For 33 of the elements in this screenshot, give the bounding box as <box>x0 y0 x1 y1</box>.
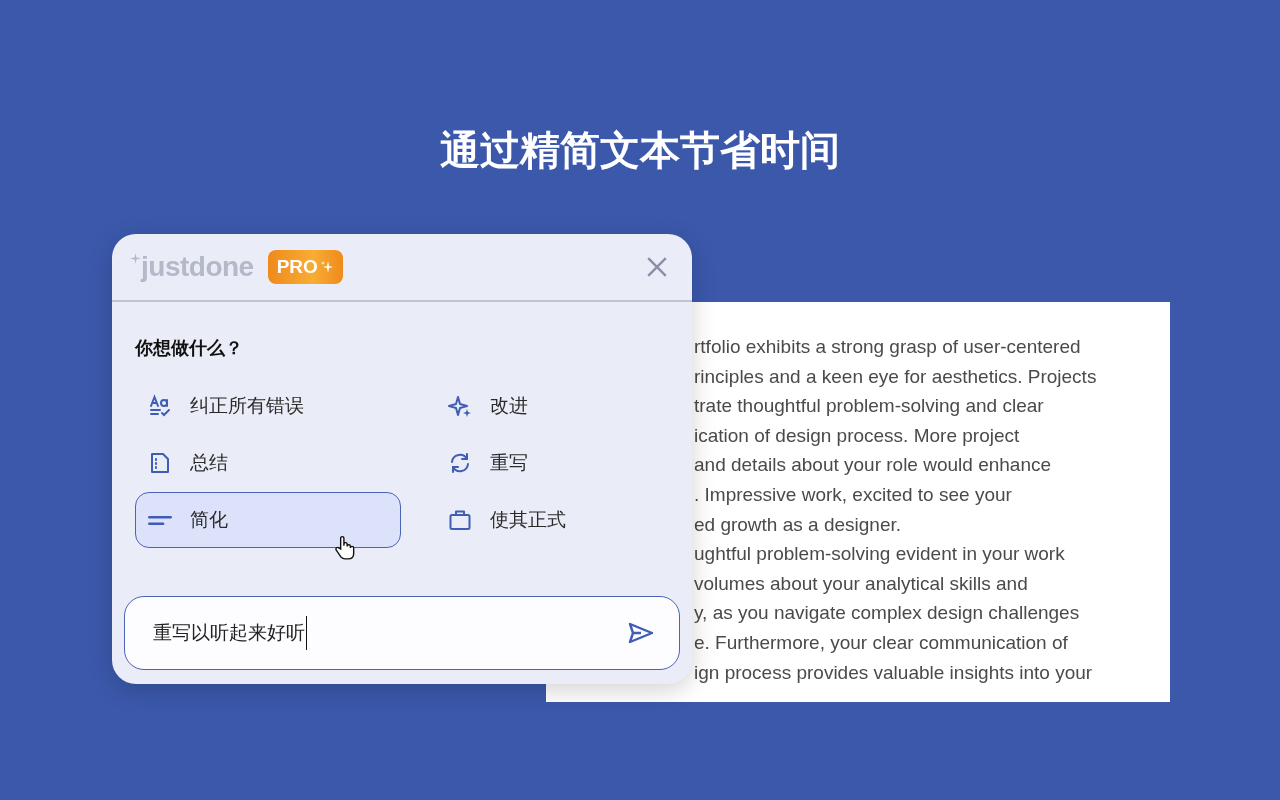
refresh-icon <box>448 451 472 475</box>
pro-badge: PRO <box>267 250 343 284</box>
action-option[interactable]: 纠正所有错误 <box>135 378 401 434</box>
lines-icon <box>148 515 172 525</box>
document-text-line: volumes about your analytical skills and <box>694 571 1028 596</box>
document-icon <box>148 451 172 475</box>
headline: 通过精简文本节省时间 <box>439 127 841 174</box>
document-text-line: rinciples and a keen eye for aesthetics. Projects <box>694 364 1097 389</box>
document-text-line: e. Furthermore, your clear communication of <box>694 630 1068 655</box>
action-option[interactable]: 总结 <box>135 435 401 491</box>
input-field[interactable]: 重写以听起来好听 <box>124 596 680 670</box>
action-option[interactable]: 使其正式 <box>435 492 675 548</box>
sparkle-icon <box>130 253 141 264</box>
document-text-line: trate thoughtful problem-solving and clear <box>694 394 1044 419</box>
send-button[interactable] <box>627 621 655 645</box>
action-option[interactable]: 重写 <box>435 435 675 491</box>
document-text-line: y, as you navigate complex design challenges <box>694 601 1080 626</box>
document-text-line: ign process provides valuable insights into your <box>694 660 1093 685</box>
document-text-line: ication of design process. More project <box>694 423 1020 448</box>
document-text-line: and details about your role would enhance <box>694 453 1052 478</box>
document-text-line: ughtful problem-solving evident in your work <box>694 542 1065 567</box>
document-text-line: ed growth as a designer. <box>694 512 902 537</box>
question-label: 你想做什么？ <box>135 337 244 360</box>
document-text-line: rtfolio exhibits a strong grasp of user-centered <box>694 335 1081 359</box>
close-icon <box>646 256 668 278</box>
spellcheck-icon <box>148 394 172 418</box>
send-icon <box>627 621 655 645</box>
action-option[interactable]: 简化 <box>135 492 401 548</box>
briefcase-icon <box>448 508 472 532</box>
hand-cursor-icon <box>334 535 356 561</box>
sparkle-icon <box>448 394 472 418</box>
document-text-line: . Impressive work, excited to see your <box>694 482 1012 507</box>
action-option[interactable]: 改进 <box>435 378 675 434</box>
